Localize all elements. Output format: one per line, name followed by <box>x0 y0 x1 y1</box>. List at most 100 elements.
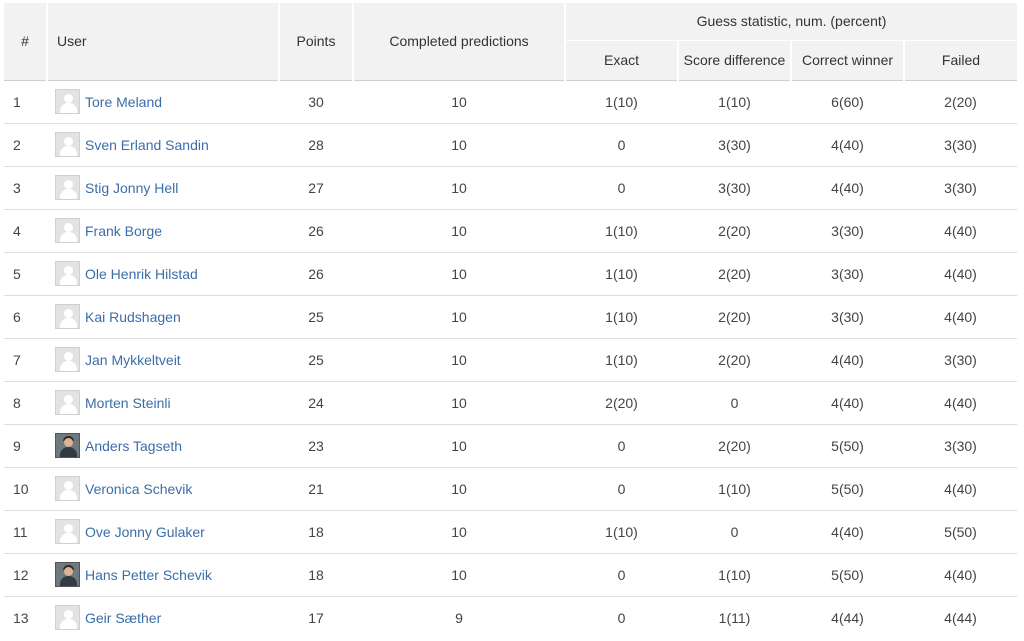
score-difference-cell: 0 <box>730 394 739 411</box>
user-placeholder-icon[interactable] <box>55 175 80 200</box>
leaderboard-table: # User Points Completed predictions Gues… <box>4 3 1017 639</box>
user-cell: Morten Steinli <box>47 381 279 424</box>
header-failed[interactable]: Failed <box>904 39 1017 80</box>
table-row: 9 Anders Tagseth 23 10 0 2(20) 5(50) 3(3… <box>4 424 1017 467</box>
correct-winner-cell: 3(30) <box>831 222 864 239</box>
user-link[interactable]: Sven Erland Sandin <box>85 137 209 153</box>
score-difference-cell: 2(20) <box>718 222 751 239</box>
completed-cell: 10 <box>451 566 467 583</box>
exact-cell: 1(10) <box>605 93 638 110</box>
user-link[interactable]: Stig Jonny Hell <box>85 180 178 196</box>
user-link[interactable]: Geir Sæther <box>85 610 161 626</box>
points-cell: 18 <box>308 566 324 583</box>
score-difference-cell: 2(20) <box>718 265 751 282</box>
score-difference-cell: 3(30) <box>718 136 751 153</box>
user-link[interactable]: Morten Steinli <box>85 395 171 411</box>
header-correct-winner[interactable]: Correct winner <box>791 39 905 80</box>
correct-winner-cell: 5(50) <box>831 437 864 454</box>
user-link[interactable]: Ove Jonny Gulaker <box>85 524 205 540</box>
user-link[interactable]: Frank Borge <box>85 223 162 239</box>
header-points[interactable]: Points <box>279 3 354 80</box>
correct-winner-cell: 5(50) <box>831 566 864 583</box>
header-guess-statistic: Guess statistic, num. (percent) <box>565 3 1017 40</box>
exact-cell: 1(10) <box>605 265 638 282</box>
failed-cell: 5(50) <box>944 523 977 540</box>
table-row: 10 Veronica Schevik 21 10 0 1(10) 5(50) … <box>4 467 1017 510</box>
user-link[interactable]: Veronica Schevik <box>85 481 192 497</box>
failed-cell: 4(40) <box>944 308 977 325</box>
failed-cell: 4(40) <box>944 566 977 583</box>
user-link[interactable]: Ole Henrik Hilstad <box>85 266 198 282</box>
failed-cell: 2(20) <box>944 93 977 110</box>
rank-cell: 4 <box>13 222 21 239</box>
avatar[interactable] <box>55 433 80 458</box>
failed-cell: 4(40) <box>944 265 977 282</box>
user-link[interactable]: Tore Meland <box>85 94 162 110</box>
user-placeholder-icon[interactable] <box>55 519 80 544</box>
completed-cell: 9 <box>455 609 463 626</box>
rank-cell: 1 <box>13 93 21 110</box>
avatar[interactable] <box>55 562 80 587</box>
rank-cell: 7 <box>13 351 21 368</box>
points-cell: 23 <box>308 437 324 454</box>
header-exact[interactable]: Exact <box>565 39 679 80</box>
user-cell: Anders Tagseth <box>47 424 279 467</box>
exact-cell: 0 <box>617 480 626 497</box>
user-placeholder-icon[interactable] <box>55 605 80 631</box>
failed-cell: 4(40) <box>944 480 977 497</box>
rank-cell: 8 <box>13 394 21 411</box>
user-cell: Geir Sæther <box>47 596 279 639</box>
score-difference-cell: 2(20) <box>718 308 751 325</box>
failed-cell: 3(30) <box>944 351 977 368</box>
user-cell: Ove Jonny Gulaker <box>47 510 279 553</box>
user-cell: Sven Erland Sandin <box>47 123 279 166</box>
user-cell: Hans Petter Schevik <box>47 553 279 596</box>
user-placeholder-icon[interactable] <box>55 476 80 501</box>
correct-winner-cell: 3(30) <box>831 265 864 282</box>
completed-cell: 10 <box>451 222 467 239</box>
correct-winner-cell: 4(40) <box>831 394 864 411</box>
user-placeholder-icon[interactable] <box>55 132 80 157</box>
score-difference-cell: 1(11) <box>718 609 751 626</box>
points-cell: 26 <box>308 265 324 282</box>
table-row: 3 Stig Jonny Hell 27 10 0 3(30) 4(40) 3(… <box>4 166 1017 209</box>
user-placeholder-icon[interactable] <box>55 347 80 372</box>
header-score-difference[interactable]: Score difference <box>678 39 792 80</box>
completed-cell: 10 <box>451 136 467 153</box>
user-placeholder-icon[interactable] <box>55 304 80 329</box>
exact-cell: 1(10) <box>605 222 638 239</box>
rank-cell: 3 <box>13 179 21 196</box>
user-link[interactable]: Kai Rudshagen <box>85 309 181 325</box>
completed-cell: 10 <box>451 394 467 411</box>
points-cell: 30 <box>308 93 324 110</box>
exact-cell: 2(20) <box>605 394 638 411</box>
user-cell: Veronica Schevik <box>47 467 279 510</box>
user-cell: Frank Borge <box>47 209 279 252</box>
score-difference-cell: 1(10) <box>718 93 751 110</box>
user-cell: Tore Meland <box>47 80 279 123</box>
table-body: 1 Tore Meland 30 10 1(10) 1(10) 6(60) 2(… <box>4 80 1017 639</box>
exact-cell: 0 <box>617 179 626 196</box>
user-link[interactable]: Jan Mykkeltveit <box>85 352 181 368</box>
table-row: 2 Sven Erland Sandin 28 10 0 3(30) 4(40)… <box>4 123 1017 166</box>
header-user[interactable]: User <box>47 3 280 80</box>
correct-winner-cell: 5(50) <box>831 480 864 497</box>
user-placeholder-icon[interactable] <box>55 89 80 114</box>
user-link[interactable]: Anders Tagseth <box>85 438 182 454</box>
exact-cell: 1(10) <box>605 523 638 540</box>
table-row: 8 Morten Steinli 24 10 2(20) 0 4(40) 4(4… <box>4 381 1017 424</box>
rank-cell: 9 <box>13 437 21 454</box>
header-rank: # <box>4 3 48 80</box>
table-row: 11 Ove Jonny Gulaker 18 10 1(10) 0 4(40)… <box>4 510 1017 553</box>
exact-cell: 1(10) <box>605 308 638 325</box>
user-placeholder-icon[interactable] <box>55 390 80 415</box>
user-cell: Jan Mykkeltveit <box>47 338 279 381</box>
header-completed-predictions[interactable]: Completed predictions <box>353 3 566 80</box>
failed-cell: 3(30) <box>944 179 977 196</box>
user-placeholder-icon[interactable] <box>55 218 80 243</box>
points-cell: 21 <box>308 480 324 497</box>
user-link[interactable]: Hans Petter Schevik <box>85 567 212 583</box>
failed-cell: 4(40) <box>944 222 977 239</box>
user-placeholder-icon[interactable] <box>55 261 80 286</box>
exact-cell: 0 <box>617 566 626 583</box>
